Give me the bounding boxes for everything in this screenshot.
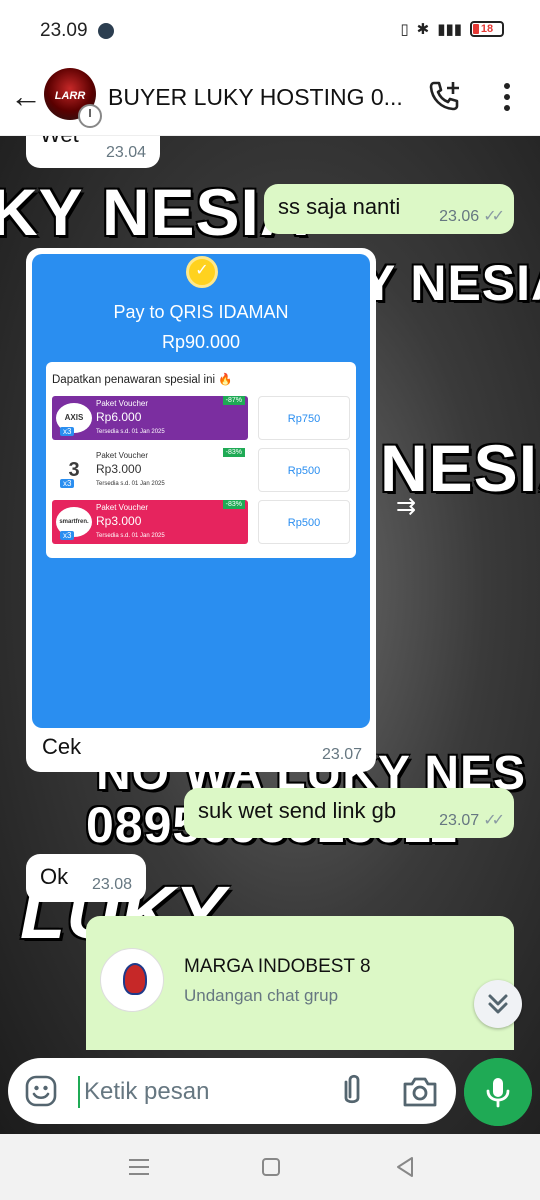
offer-header: Dapatkan penawaran spesial ini 🔥	[52, 374, 233, 386]
message-bubble[interactable]: suk wet send link gb 23.07 ✓✓	[184, 788, 514, 838]
message-meta: 23.06 ✓✓	[439, 206, 505, 226]
status-icons: ▯ ✱ ▮▮▮ 18	[400, 20, 504, 38]
voucher-validity: Tersedia s.d. 01 Jan 2025	[96, 429, 165, 435]
voucher-qty: x3	[60, 427, 75, 436]
qris-title: Pay to QRIS IDAMAN	[113, 302, 289, 322]
image-caption: Cek	[42, 734, 82, 759]
offer-card: Dapatkan penawaran spesial ini 🔥 AXIS x3…	[46, 362, 356, 558]
voucher-discount: -87%	[222, 396, 245, 405]
message-time: 23.08	[91, 876, 132, 893]
disappearing-timer-icon	[78, 104, 102, 128]
voucher-label: Paket Voucher	[96, 503, 149, 512]
image-message-bubble[interactable]: ✓ Pay to QRIS IDAMAN Rp90.000 Dapatkan p…	[26, 248, 376, 772]
mic-icon[interactable]	[464, 1058, 532, 1126]
system-nav-bar	[0, 1134, 540, 1200]
battery-level: 18	[480, 23, 494, 35]
group-name: MARGA INDOBEST 8	[184, 956, 371, 977]
camera-icon[interactable]	[400, 1074, 440, 1110]
message-input[interactable]: Ketik pesan	[84, 1078, 209, 1106]
qris-amount: Rp90.000	[161, 332, 241, 352]
voucher-price: Rp3.000	[96, 462, 142, 476]
add-call-icon[interactable]	[426, 78, 462, 114]
read-receipt-icon: ✓✓	[483, 208, 505, 225]
message-bubble[interactable]: Ok 23.08	[26, 854, 146, 902]
battery-icon: 18	[470, 21, 504, 37]
message-bubble[interactable]: ss saja nanti 23.06 ✓✓	[264, 184, 514, 234]
voucher-validity: Tersedia s.d. 01 Jan 2025	[96, 481, 165, 487]
vibrate-icon: ▯	[400, 21, 409, 38]
check-icon: ✓	[186, 256, 218, 288]
voucher-cost: Rp500	[258, 500, 350, 544]
chat-title[interactable]: BUYER LUKY HOSTING 0...	[108, 84, 418, 111]
read-receipt-icon: ✓✓	[483, 812, 505, 829]
voucher-qty: x3	[60, 531, 75, 540]
avatar-label: LARR	[54, 90, 86, 102]
message-text: ss saja nanti	[278, 194, 401, 219]
message-time: 23.07	[439, 812, 480, 829]
message-meta: 23.07 ✓✓	[439, 810, 505, 830]
attach-icon[interactable]	[334, 1072, 370, 1110]
voucher-row: smartfren. x3 Paket Voucher Rp3.000 Ters…	[52, 500, 248, 544]
chat-area[interactable]: KY NESIA Y NESIA NESIA NO WA LUKY NES 08…	[0, 136, 540, 1134]
status-time: 23.09	[40, 20, 88, 41]
message-text: Wet	[40, 136, 79, 148]
voucher-price: Rp6.000	[96, 410, 142, 424]
voucher-row: 3 x3 Paket Voucher Rp3.000 Tersedia s.d.…	[52, 448, 248, 492]
forward-icon[interactable]: ⇉	[396, 492, 416, 521]
voucher-discount: -83%	[222, 500, 245, 509]
group-logo	[100, 948, 164, 1012]
more-vert-icon[interactable]	[494, 80, 520, 114]
back-triangle-icon[interactable]	[392, 1154, 418, 1180]
voucher-price: Rp3.000	[96, 514, 142, 528]
message-bubble[interactable]: Wet 23.04	[26, 136, 160, 168]
group-invite-card[interactable]: MARGA INDOBEST 8 Undangan chat grup	[86, 916, 514, 1050]
recents-menu-icon[interactable]	[126, 1154, 152, 1180]
voucher-cost: Rp500	[258, 448, 350, 492]
watermark-text: Y NESIA	[362, 255, 540, 311]
message-composer: Ketik pesan	[8, 1058, 456, 1124]
back-arrow-icon[interactable]: ←	[8, 78, 44, 114]
text-caret	[78, 1076, 80, 1108]
voucher-qty: x3	[60, 479, 75, 488]
chat-header: ← LARR BUYER LUKY HOSTING 0...	[0, 62, 540, 136]
emoji-icon[interactable]	[24, 1074, 58, 1108]
message-time: 23.06	[439, 208, 480, 225]
voucher-label: Paket Voucher	[96, 451, 149, 460]
signal-icon: ▮▮▮	[437, 21, 462, 38]
message-text: suk wet send link gb	[198, 798, 397, 823]
message-time: 23.04	[105, 144, 146, 161]
message-text: Ok	[40, 864, 69, 889]
home-icon[interactable]	[258, 1154, 284, 1180]
bluetooth-icon: ✱	[416, 21, 430, 38]
voucher-row: AXIS x3 Paket Voucher Rp6.000 Tersedia s…	[52, 396, 248, 440]
message-time: 23.07	[321, 746, 362, 763]
status-bar: 23.09 ▯ ✱ ▮▮▮ 18	[0, 0, 540, 62]
voucher-label: Paket Voucher	[96, 399, 149, 408]
double-chevron-down-icon[interactable]	[474, 980, 522, 1028]
voucher-discount: -83%	[222, 448, 245, 457]
qris-screenshot-image[interactable]: ✓ Pay to QRIS IDAMAN Rp90.000 Dapatkan p…	[32, 254, 370, 728]
watermark-text: KY NESIA	[0, 175, 309, 249]
voucher-cost: Rp750	[258, 396, 350, 440]
voucher-validity: Tersedia s.d. 01 Jan 2025	[96, 533, 165, 539]
app-notification-icon	[98, 23, 114, 39]
group-invite-subtitle: Undangan chat grup	[184, 986, 339, 1005]
